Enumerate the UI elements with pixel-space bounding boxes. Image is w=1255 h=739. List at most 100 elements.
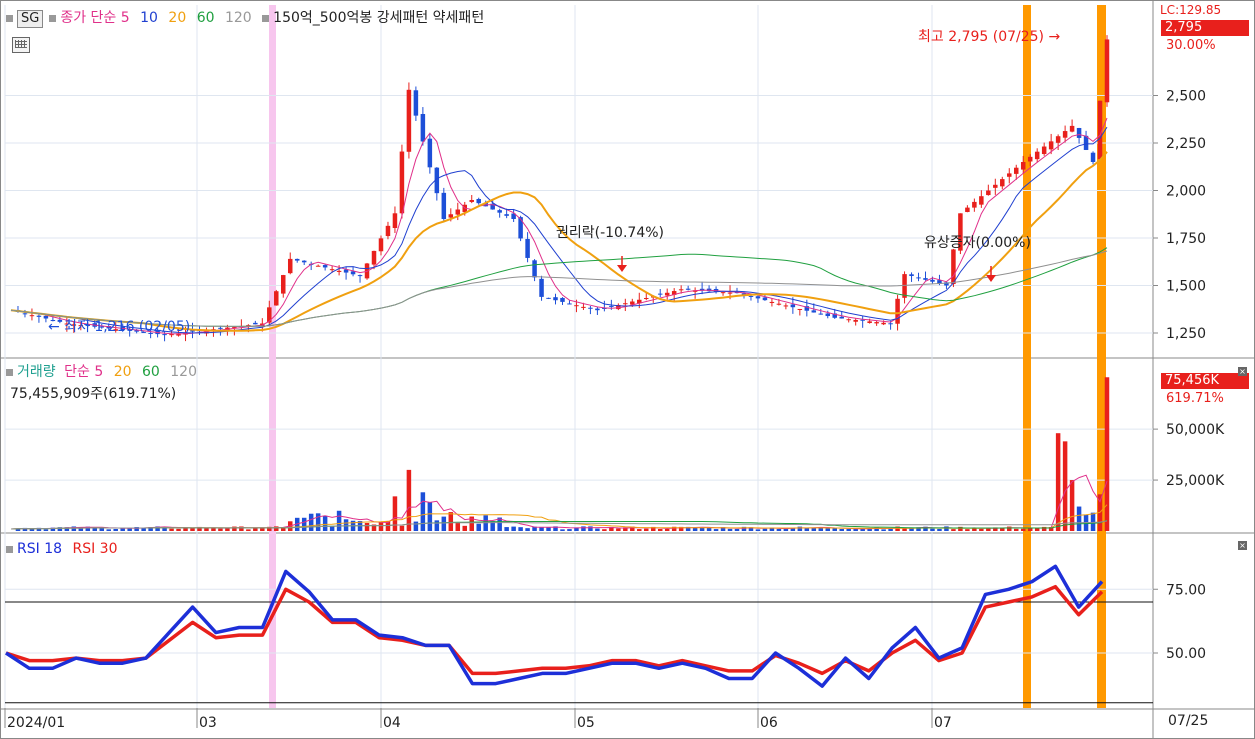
- volume-bar: [1034, 528, 1040, 531]
- volume-bar: [43, 529, 49, 531]
- volume-toggle-icon[interactable]: [6, 368, 13, 376]
- candle-body: [371, 250, 377, 265]
- volume-bar: [581, 526, 586, 531]
- low-annotation: ← 최저 1,216 (02/05): [48, 319, 191, 335]
- volume-bar: [190, 528, 195, 531]
- candle-body: [644, 298, 649, 300]
- volume-ma60-label: 60: [141, 364, 160, 380]
- volume-bar: [476, 523, 481, 531]
- bong-toggle-icon[interactable]: [262, 14, 270, 22]
- ma120-label: 120: [224, 10, 252, 26]
- price-tick-label: 2,250: [1166, 136, 1206, 152]
- volume-bar: [692, 527, 698, 531]
- candle-body: [476, 198, 481, 204]
- candle-body: [623, 303, 628, 305]
- volume-bar: [951, 529, 956, 531]
- candle-body: [448, 214, 454, 218]
- volume-bar: [937, 528, 942, 531]
- volume-bar: [120, 528, 125, 531]
- candle-body: [755, 296, 761, 299]
- rsi30-label[interactable]: RSI 30: [72, 541, 117, 557]
- candle-body: [1000, 179, 1005, 187]
- rsi18-label[interactable]: RSI 18: [17, 541, 62, 557]
- candle-body: [218, 327, 223, 329]
- candle-body: [315, 265, 321, 267]
- volume-bar: [664, 529, 670, 531]
- price-tick-label: 1,750: [1166, 231, 1206, 247]
- lc-label: LC:129.85: [1160, 3, 1222, 17]
- candle-body: [630, 301, 635, 305]
- rsi-toggle-icon[interactable]: [6, 545, 13, 553]
- candle-body: [322, 265, 328, 268]
- volume-bar: [511, 526, 516, 531]
- candle-body: [253, 322, 258, 325]
- volume-bar: [301, 517, 307, 531]
- price-ind-label[interactable]: 종가 단순: [60, 10, 116, 26]
- volume-bar: [78, 528, 84, 531]
- candle-body: [1013, 167, 1019, 174]
- volume-bar: [539, 527, 544, 531]
- volume-bar: [274, 526, 279, 531]
- volume-bar: [434, 520, 440, 531]
- volume-bar: [169, 528, 174, 531]
- x-axis-label: 04: [383, 715, 401, 731]
- volume-bar: [567, 529, 572, 531]
- volume-bar: [113, 528, 118, 531]
- bong-label[interactable]: 150억_500억봉 강세패턴 약세패턴: [273, 10, 484, 26]
- price-panel-header: SG 종가 단순 5 10 20 60 120 150억_500억봉 강세패턴 약…: [6, 10, 484, 28]
- volume-title[interactable]: 거래량: [17, 364, 56, 380]
- volume-bar: [1076, 506, 1082, 531]
- volume-bar: [525, 528, 530, 531]
- volume-bar: [322, 515, 328, 531]
- volume-ma20-label: 20: [113, 364, 132, 380]
- candle-body: [36, 315, 42, 317]
- volume-bar: [846, 529, 851, 531]
- candle-body: [287, 258, 293, 274]
- candle-body: [748, 295, 754, 297]
- x-axis-current-date: 07/25: [1168, 713, 1209, 729]
- volume-value-line: 75,455,909주(619.71%): [10, 386, 177, 402]
- candle-body: [720, 292, 726, 294]
- candle-body: [1062, 131, 1068, 138]
- volume-bar: [797, 526, 803, 531]
- rsi-close-icon[interactable]: ×: [1238, 541, 1247, 550]
- candle-body: [979, 196, 984, 205]
- volume-bar: [504, 527, 509, 531]
- volume-bar: [336, 510, 342, 531]
- volume-bar: [308, 513, 314, 531]
- candle-body: [553, 297, 558, 301]
- volume-bar: [965, 529, 970, 531]
- volume-bar: [930, 528, 935, 531]
- candle-body: [664, 292, 670, 296]
- grid-table-icon[interactable]: [12, 37, 30, 53]
- candle-body: [392, 213, 398, 229]
- candle-body: [609, 305, 614, 307]
- annotation-arrowhead: [986, 275, 996, 282]
- sg-tag[interactable]: SG: [17, 10, 44, 28]
- volume-bar: [832, 528, 837, 531]
- candle-body: [1034, 151, 1040, 160]
- candle-body: [783, 305, 789, 307]
- candle-body: [867, 321, 872, 323]
- candle-body: [427, 138, 433, 168]
- candle-body: [790, 304, 796, 308]
- candle-body: [518, 217, 523, 239]
- volume-bar: [29, 529, 35, 531]
- legend-toggle-icon[interactable]: [49, 14, 57, 22]
- candle-body: [469, 200, 474, 202]
- volume-bar: [644, 528, 649, 531]
- candle-body: [574, 305, 579, 307]
- panel-toggle-icon[interactable]: [6, 14, 13, 22]
- candle-body: [399, 151, 405, 214]
- candle-body: [532, 260, 537, 278]
- ex-rights-annotation: 권리락(-10.74%): [556, 225, 664, 241]
- volume-ma5-label: 5: [94, 364, 104, 380]
- candle-body: [825, 313, 831, 317]
- candle-body: [413, 90, 419, 116]
- candle-body: [888, 323, 893, 325]
- candle-body: [769, 301, 775, 304]
- candle-body: [965, 207, 970, 213]
- volume-close-icon[interactable]: ×: [1238, 367, 1247, 376]
- volume-bar: [1062, 441, 1068, 531]
- volume-bar: [204, 528, 209, 531]
